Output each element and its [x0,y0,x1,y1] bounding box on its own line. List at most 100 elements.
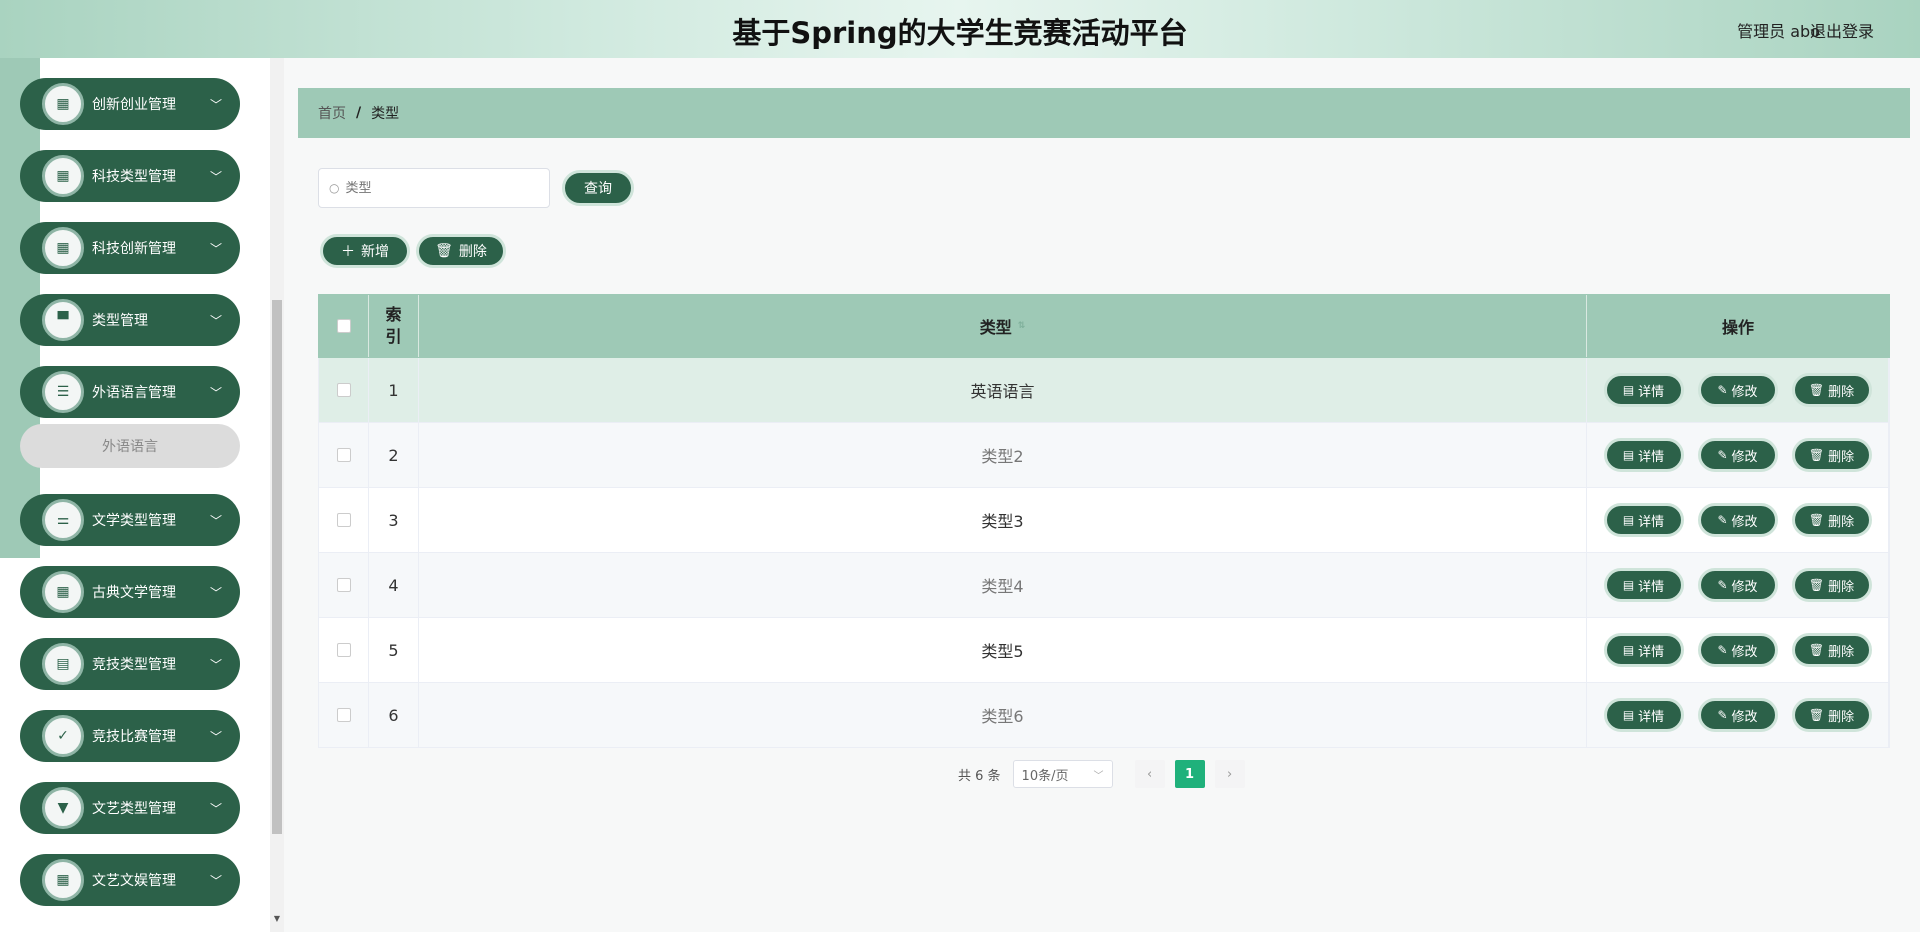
submenu-item-foreign-language[interactable]: 外语语言 [20,424,240,468]
row-operations: ▤ 详情 ✎ 修改 🗑 删除 [1587,358,1889,422]
edit-button[interactable]: ✎ 修改 [1697,633,1778,667]
document-icon: ▤ [1622,578,1635,592]
delete-button[interactable]: 🗑 删除 [1791,568,1872,602]
header-select-all[interactable] [319,295,369,357]
sort-icon[interactable]: ⇅ [1018,321,1026,331]
sidebar-item-competition-type[interactable]: ▤ 竞技类型管理 ﹀ [20,638,240,690]
page-number-current[interactable]: 1 [1174,760,1205,788]
select-all-checkbox[interactable] [336,319,351,333]
row-operations: ▤ 详情 ✎ 修改 🗑 删除 [1587,423,1889,487]
trash-icon: 🗑 [1808,513,1825,527]
sidebar-item-arts-type[interactable]: ▼ 文艺类型管理 ﹀ [20,782,240,834]
scroll-down-arrow-icon[interactable]: ▼ [272,914,282,923]
delete-label: 删除 [1828,449,1855,465]
row-checkbox[interactable] [336,578,351,592]
trash-icon: 🗑 [1808,708,1825,722]
sidebar-item-classical-literature[interactable]: ▦ 古典文学管理 ﹀ [20,566,240,618]
prev-page-button[interactable]: ‹ [1134,760,1165,788]
edit-button[interactable]: ✎ 修改 [1697,503,1778,537]
sidebar-item-competition-match[interactable]: ✓ 竞技比赛管理 ﹀ [20,710,240,762]
chevron-down-icon: ﹀ [209,873,222,888]
search-box[interactable]: ○ [318,168,550,208]
sidebar-item-innovation-entrepreneurship[interactable]: ▦ 创新创业管理 ﹀ [20,78,240,130]
table-row[interactable]: 4 类型4 ▤ 详情 ✎ 修改 🗑 删除 [318,553,1890,618]
sidebar-item-tech-innovation[interactable]: ▦ 科技创新管理 ﹀ [20,222,240,274]
delete-button[interactable]: 🗑 删除 [1791,633,1872,667]
chevron-left-icon: ‹ [1146,766,1153,782]
chevron-down-icon: ﹀ [209,385,222,400]
table-row[interactable]: 2 类型2 ▤ 详情 ✎ 修改 🗑 删除 [318,423,1890,488]
pencil-icon: ✎ [1717,578,1728,592]
header-type[interactable]: 类型 ⇅ [419,295,1587,357]
detail-button[interactable]: ▤ 详情 [1603,698,1684,732]
delete-button[interactable]: 🗑 删除 [1791,438,1872,472]
table-row[interactable]: 3 类型3 ▤ 详情 ✎ 修改 🗑 删除 [318,488,1890,553]
page-size-select[interactable]: 10条/页 ﹀ [1012,760,1113,788]
pencil-icon: ✎ [1717,643,1728,657]
chevron-down-icon: ﹀ [209,97,222,112]
row-checkbox[interactable] [336,708,351,722]
row-checkbox-cell [319,358,369,422]
detail-button[interactable]: ▤ 详情 [1603,373,1684,407]
sidebar-item-label: 古典文学管理 [92,585,176,601]
clipboard-check-icon: ✓ [42,715,84,757]
document-icon: ▤ [1622,513,1635,527]
pencil-icon: ✎ [1717,383,1728,397]
row-checkbox[interactable] [336,643,351,657]
table-row[interactable]: 5 类型5 ▤ 详情 ✎ 修改 🗑 删除 [318,618,1890,683]
sidebar-item-foreign-language[interactable]: ☰ 外语语言管理 ﹀ [20,366,240,418]
query-button[interactable]: 查询 [562,170,634,206]
detail-label: 详情 [1638,644,1665,660]
row-operations: ▤ 详情 ✎ 修改 🗑 删除 [1587,488,1889,552]
row-index: 2 [369,423,419,487]
table-row[interactable]: 1 英语语言 ▤ 详情 ✎ 修改 🗑 删除 [318,358,1890,423]
row-operations: ▤ 详情 ✎ 修改 🗑 删除 [1587,618,1889,682]
row-operations: ▤ 详情 ✎ 修改 🗑 删除 [1587,683,1889,747]
sidebar-item-literature-type[interactable]: ⚌ 文学类型管理 ﹀ [20,494,240,546]
sidebar-item-label: 科技类型管理 [92,169,176,185]
sliders-icon: ⚌ [42,499,84,541]
edit-button[interactable]: ✎ 修改 [1697,698,1778,732]
sidebar-item-arts-entertainment[interactable]: ▦ 文艺文娱管理 ﹀ [20,854,240,906]
brush-icon: ▼ [42,787,84,829]
pagination: 共 6 条 10条/页 ﹀ ‹ 1 › [958,760,1255,788]
sidebar-item-tech-type[interactable]: ▦ 科技类型管理 ﹀ [20,150,240,202]
detail-button[interactable]: ▤ 详情 [1603,503,1684,537]
sidebar-scrollbar-thumb[interactable] [272,300,282,834]
table-row[interactable]: 6 类型6 ▤ 详情 ✎ 修改 🗑 删除 [318,683,1890,748]
row-checkbox[interactable] [336,383,351,397]
delete-button[interactable]: 🗑 删除 [1791,503,1872,537]
row-type: 类型5 [419,618,1587,682]
bulk-delete-button[interactable]: 🗑 删除 [416,234,506,268]
edit-button[interactable]: ✎ 修改 [1697,568,1778,602]
chevron-down-icon: ﹀ [209,657,222,672]
edit-button[interactable]: ✎ 修改 [1697,438,1778,472]
delete-button[interactable]: 🗑 删除 [1791,373,1872,407]
row-checkbox[interactable] [336,513,351,527]
sidebar-item-label: 外语语言管理 [92,385,176,401]
sidebar-item-label: 类型管理 [92,313,148,329]
detail-button[interactable]: ▤ 详情 [1603,438,1684,472]
breadcrumb-home[interactable]: 首页 [318,103,346,123]
search-input[interactable] [345,180,526,196]
trash-icon: 🗑 [435,243,453,259]
detail-label: 详情 [1638,579,1665,595]
edit-label: 修改 [1731,514,1758,530]
detail-button[interactable]: ▤ 详情 [1603,633,1684,667]
detail-button[interactable]: ▤ 详情 [1603,568,1684,602]
chevron-down-icon: ﹀ [209,801,222,816]
row-index: 6 [369,683,419,747]
document-icon: ▤ [1622,383,1635,397]
detail-label: 详情 [1638,514,1665,530]
detail-label: 详情 [1638,384,1665,400]
edit-button[interactable]: ✎ 修改 [1697,373,1778,407]
document-icon: ▤ [1622,643,1635,657]
row-type: 类型3 [419,488,1587,552]
delete-button[interactable]: 🗑 删除 [1791,698,1872,732]
logout-link[interactable]: 退出登录 [1810,18,1874,42]
row-checkbox[interactable] [336,448,351,462]
sidebar-item-type[interactable]: ▀ 类型管理 ﹀ [20,294,240,346]
next-page-button[interactable]: › [1214,760,1245,788]
add-button[interactable]: ＋ 新增 [320,234,410,268]
header-operations: 操作 [1721,318,1754,337]
